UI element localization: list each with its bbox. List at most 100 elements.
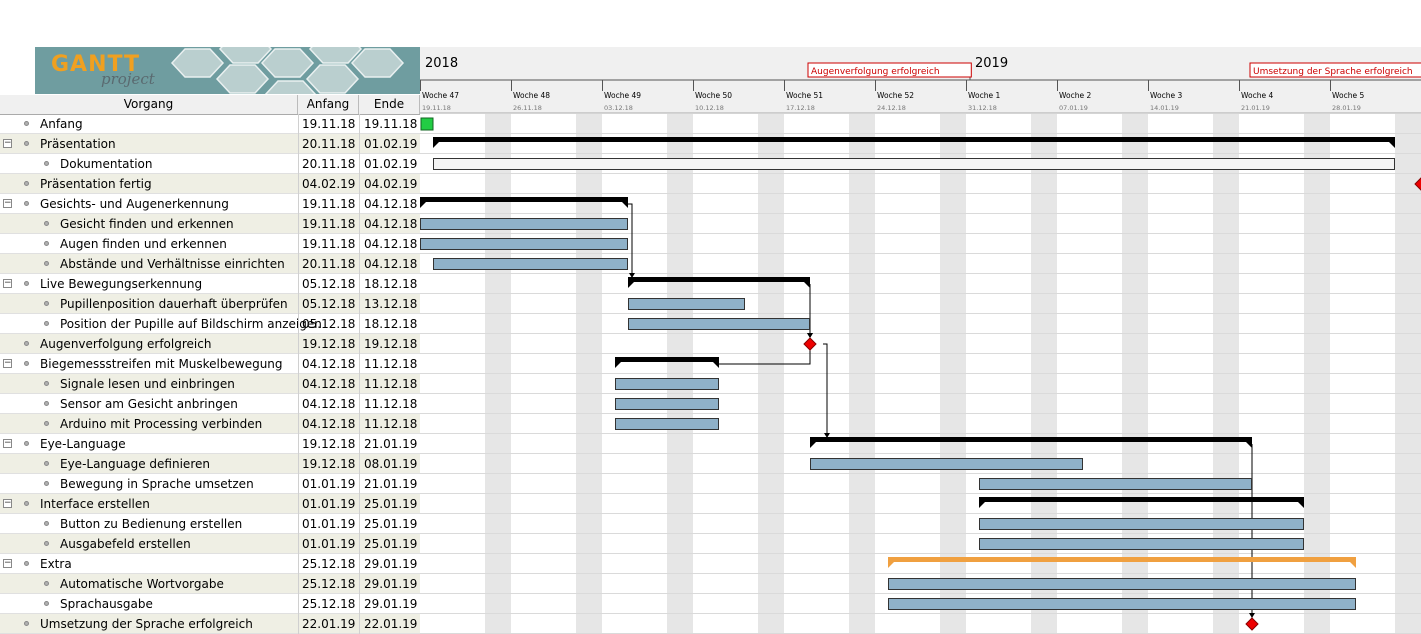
task-row[interactable]: Signale lesen und einbringen 04.12.18 11.1… [0, 374, 420, 394]
collapse-toggle-icon[interactable]: − [3, 199, 12, 208]
week-date: 26.11.18 [513, 104, 542, 112]
task-bar[interactable] [888, 578, 1356, 590]
task-bullet-icon [44, 261, 49, 266]
group-bar-end-cap [1246, 442, 1252, 448]
group-summary-bar[interactable] [979, 497, 1304, 502]
milestone-header-label: Augenverfolgung erfolgreich [811, 67, 940, 77]
task-bar[interactable] [979, 478, 1252, 490]
task-start-date: 01.01.19 [302, 517, 356, 531]
task-start-date: 04.12.18 [302, 377, 356, 391]
task-row[interactable]: Umsetzung der Sprache erfolgreich 22.01.1… [0, 614, 420, 634]
task-start-date: 25.12.18 [302, 577, 356, 591]
task-name: Sprachausgabe [60, 597, 153, 611]
week-label: Woche 49 [604, 91, 641, 100]
group-summary-bar[interactable] [888, 557, 1356, 562]
task-group-row[interactable]: − Interface erstellen 01.01.19 25.01.19 [0, 494, 420, 514]
collapse-toggle-icon[interactable]: − [3, 359, 12, 368]
task-end-date: 18.12.18 [364, 317, 418, 331]
task-bar[interactable] [628, 318, 810, 330]
task-row[interactable]: Pupillenposition dauerhaft überprüfen 05.… [0, 294, 420, 314]
group-summary-bar[interactable] [628, 277, 810, 282]
task-end-date: 21.01.19 [364, 437, 418, 451]
column-header-start[interactable]: Anfang [298, 95, 359, 114]
start-marker[interactable] [420, 117, 434, 131]
task-end-date: 11.12.18 [364, 377, 418, 391]
task-row[interactable]: Position der Pupille auf Bildschirm anze… [0, 314, 420, 334]
task-bar[interactable] [810, 458, 1083, 470]
task-bar[interactable] [420, 218, 628, 230]
week-date: 31.12.18 [968, 104, 997, 112]
collapse-toggle-icon[interactable]: − [3, 439, 12, 448]
week-date: 10.12.18 [695, 104, 724, 112]
task-bar[interactable] [888, 598, 1356, 610]
dependency-arrow [628, 203, 633, 278]
week-label: Woche 52 [877, 91, 914, 100]
task-group-row[interactable]: − Biegemessstreifen mit Muskelbewegung 04.… [0, 354, 420, 374]
task-start-date: 05.12.18 [302, 297, 356, 311]
milestone-marker[interactable] [1245, 617, 1259, 631]
task-bar[interactable] [979, 538, 1304, 550]
task-group-row[interactable]: − Live Bewegungserkennung 05.12.18 18.12.18 [0, 274, 420, 294]
task-bar[interactable] [433, 258, 628, 270]
collapse-toggle-icon[interactable]: − [3, 499, 12, 508]
task-row[interactable]: Präsentation fertig 04.02.19 04.02.19 [0, 174, 420, 194]
task-group-row[interactable]: − Gesichts- und Augenerkennung 19.11.18 04.… [0, 194, 420, 214]
task-name: Abstände und Verhältnisse einrichten [60, 257, 285, 271]
task-row[interactable]: Dokumentation 20.11.18 01.02.19 [0, 154, 420, 174]
task-end-date: 08.01.19 [364, 457, 418, 471]
task-bar[interactable] [433, 158, 1395, 170]
task-bullet-icon [24, 621, 29, 626]
task-end-date: 13.12.18 [364, 297, 418, 311]
collapse-toggle-icon[interactable]: − [3, 559, 12, 568]
milestone-marker[interactable] [803, 337, 817, 351]
task-row[interactable]: Arduino mit Processing verbinden 04.12.18… [0, 414, 420, 434]
task-end-date: 04.12.18 [364, 237, 418, 251]
task-bar[interactable] [420, 238, 628, 250]
task-end-date: 01.02.19 [364, 157, 418, 171]
task-row[interactable]: Sensor am Gesicht anbringen 04.12.18 11.12… [0, 394, 420, 414]
year-label: 2018 [425, 56, 458, 71]
task-start-date: 04.02.19 [302, 177, 356, 191]
task-start-date: 04.12.18 [302, 357, 356, 371]
collapse-toggle-icon[interactable]: − [3, 279, 12, 288]
group-bar-start-cap [615, 362, 621, 368]
column-header-name[interactable]: Vorgang [0, 95, 298, 114]
task-row[interactable]: Augen finden und erkennen 19.11.18 04.12.1… [0, 234, 420, 254]
task-group-row[interactable]: − Eye-Language 19.12.18 21.01.19 [0, 434, 420, 454]
task-bar[interactable] [615, 378, 719, 390]
task-bar[interactable] [628, 298, 745, 310]
task-row[interactable]: Automatische Wortvorgabe 25.12.18 29.01.19 [0, 574, 420, 594]
task-bullet-icon [44, 301, 49, 306]
task-row[interactable]: Eye-Language definieren 19.12.18 08.01.19 [0, 454, 420, 474]
group-bar-end-cap [713, 362, 719, 368]
group-summary-bar[interactable] [420, 197, 628, 202]
task-row[interactable]: Ausgabefeld erstellen 01.01.19 25.01.19 [0, 534, 420, 554]
task-row[interactable]: Augenverfolgung erfolgreich 19.12.18 19.12… [0, 334, 420, 354]
task-group-row[interactable]: − Präsentation 20.11.18 01.02.19 [0, 134, 420, 154]
task-start-date: 19.11.18 [302, 197, 356, 211]
task-row[interactable]: Anfang 19.11.18 19.11.18 [0, 114, 420, 134]
week-label: Woche 47 [422, 91, 459, 100]
group-summary-bar[interactable] [615, 357, 719, 362]
task-start-date: 22.01.19 [302, 617, 356, 631]
task-row[interactable]: Button zu Bedienung erstellen 01.01.19 25.… [0, 514, 420, 534]
task-bullet-icon [44, 541, 49, 546]
task-bar[interactable] [979, 518, 1304, 530]
task-row[interactable]: Abstände und Verhältnisse einrichten 20.1… [0, 254, 420, 274]
task-bullet-icon [44, 241, 49, 246]
column-header-end[interactable]: Ende [359, 95, 420, 114]
task-group-row[interactable]: − Extra 25.12.18 29.01.19 [0, 554, 420, 574]
task-row[interactable]: Bewegung in Sprache umsetzen 01.01.19 21.0… [0, 474, 420, 494]
task-bar[interactable] [615, 398, 719, 410]
task-name: Automatische Wortvorgabe [60, 577, 224, 591]
week-label: Woche 48 [513, 91, 550, 100]
task-row[interactable]: Gesicht finden und erkennen 19.11.18 04.12… [0, 214, 420, 234]
group-summary-bar[interactable] [810, 437, 1252, 442]
task-start-date: 20.11.18 [302, 257, 356, 271]
task-bar[interactable] [615, 418, 719, 430]
gantt-chart-area[interactable]: 2018 2019 Woche 47 19.11.18 Woche 48 26.11.18… [420, 47, 1421, 634]
task-row[interactable]: Sprachausgabe 25.12.18 29.01.19 [0, 594, 420, 614]
group-summary-bar[interactable] [433, 137, 1395, 142]
week-date: 28.01.19 [1332, 104, 1361, 112]
collapse-toggle-icon[interactable]: − [3, 139, 12, 148]
